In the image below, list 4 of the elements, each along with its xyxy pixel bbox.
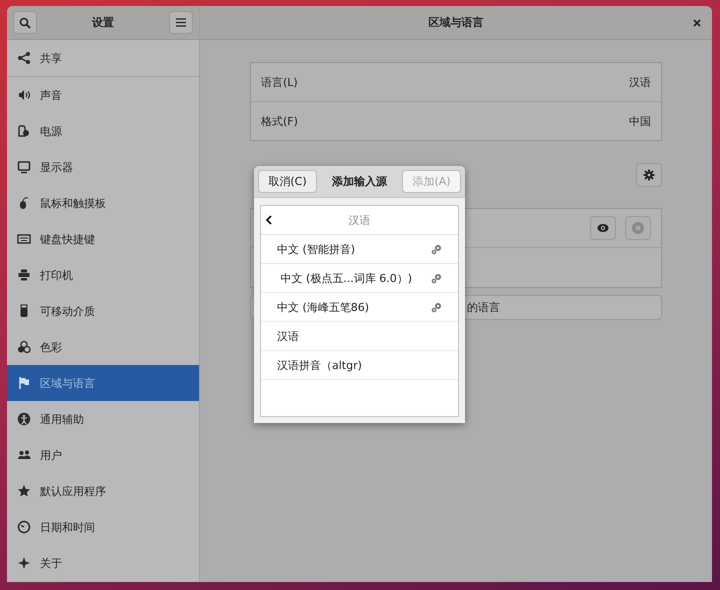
window-title: 区域与语言	[428, 15, 484, 30]
language-heading: 汉语	[348, 212, 370, 228]
sidebar-title: 设置	[92, 15, 114, 30]
dialog-title: 添加输入源	[332, 174, 387, 189]
